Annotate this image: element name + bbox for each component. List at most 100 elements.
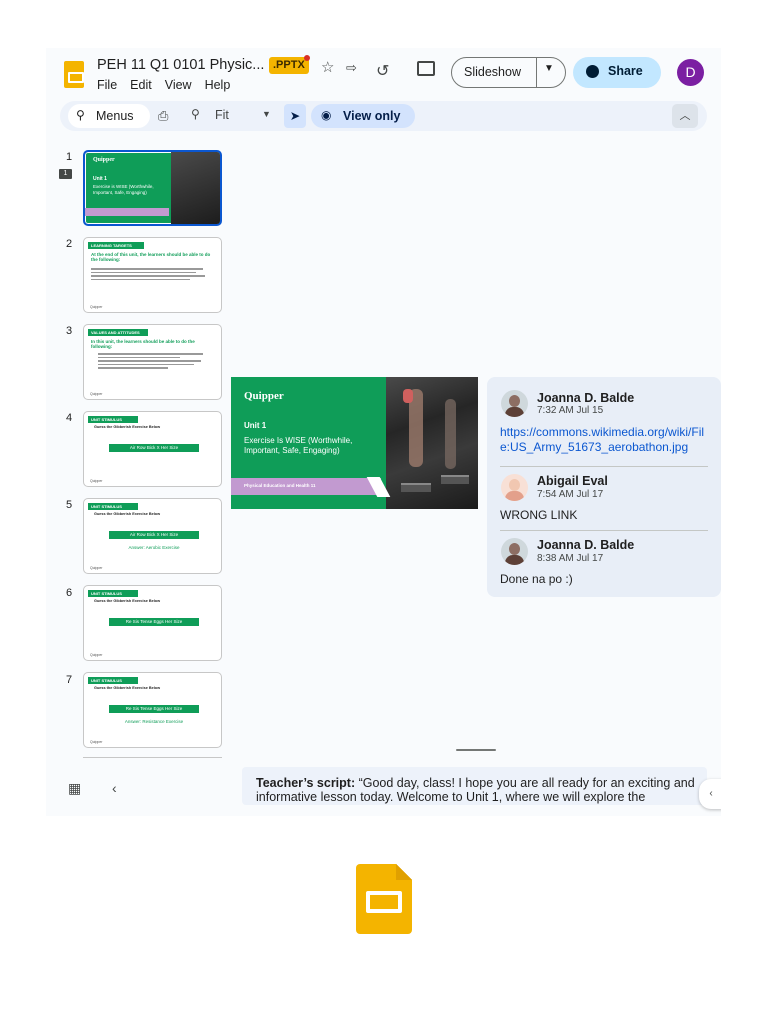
notes-resize-handle[interactable] xyxy=(456,749,496,751)
comment-divider xyxy=(500,466,708,467)
chevron-left-icon[interactable]: ‹ xyxy=(112,780,117,796)
filmstrip-next-edge xyxy=(83,757,222,758)
menu-help[interactable]: Help xyxy=(205,78,231,92)
slide-number: 1 xyxy=(65,151,73,163)
thumb-subtitle: At the end of this unit, the learners sh… xyxy=(91,252,211,262)
menu-bar: File Edit View Help xyxy=(97,78,230,92)
slide-thumbnail-5[interactable]: UNIT STIMULUS Guess the Gibberish Exerci… xyxy=(83,498,222,574)
collapse-menus-button[interactable]: ︿ xyxy=(672,104,698,128)
thumb-brand: Quipper xyxy=(93,157,115,163)
slide-thumbnail-7[interactable]: UNIT STIMULUS Guess the Gibberish Exerci… xyxy=(83,672,222,748)
slide-thumbnail-1[interactable]: Quipper Unit 1 Exercise is WISE (Worthwh… xyxy=(83,150,222,226)
slide-thumbnail-6[interactable]: UNIT STIMULUS Guess the Gibberish Exerci… xyxy=(83,585,222,661)
menus-label: Menus xyxy=(96,109,134,123)
grid-view-icon[interactable]: ▦ xyxy=(68,780,81,797)
thumb-gibberish-bar: Re Sis Tense Eggs Her Size xyxy=(109,705,199,713)
comment-text: Done na po :) xyxy=(500,572,573,586)
logo-screen xyxy=(366,891,402,913)
chevron-down-icon[interactable]: ▼ xyxy=(544,63,554,74)
thumb-footer: Quipper xyxy=(90,566,103,570)
comment-author: Joanna D. Balde xyxy=(537,538,635,552)
menu-edit[interactable]: Edit xyxy=(130,78,152,92)
speaker-notes[interactable]: Teacher’s script: “Good day, class! I ho… xyxy=(242,767,707,805)
eye-icon: ◉ xyxy=(321,108,332,122)
thumb-subtitle: Guess the Gibberish Exercise Below xyxy=(94,512,161,516)
file-type-badge[interactable]: .PPTX xyxy=(269,57,309,74)
thumb-answer: Answer: Resistance Exercise xyxy=(124,719,184,724)
thumb-gibberish-bar: Re Sis Tense Eggs Her Size xyxy=(109,618,199,626)
document-title[interactable]: PEH 11 Q1 0101 Physic... xyxy=(97,57,264,73)
share-button[interactable]: Share xyxy=(573,57,661,88)
thumb-header: UNIT STIMULUS xyxy=(88,590,138,597)
photo-figure xyxy=(445,399,456,469)
slide-unit: Unit 1 xyxy=(244,421,267,430)
toolbar: ⚲ Menus ⎙ ⚲ Fit ▼ ➤ ◉ View only ︿ xyxy=(60,101,707,131)
menus-search-button[interactable]: ⚲ Menus xyxy=(68,104,150,128)
slide-number: 5 xyxy=(65,499,73,511)
slide-thumbnail-4[interactable]: UNIT STIMULUS Guess the Gibberish Exerci… xyxy=(83,411,222,487)
view-only-label: View only xyxy=(343,109,401,123)
thumb-subtitle: Guess the Gibberish Exercise Below xyxy=(94,425,161,429)
move-icon[interactable]: ⇨ xyxy=(346,58,357,78)
thumb-bullets xyxy=(98,353,215,371)
thumb-subtitle: Guess the Gibberish Exercise Below xyxy=(94,686,161,690)
thumb-gibberish-bar: Air Row Bick X Her Size xyxy=(109,531,199,539)
star-icon[interactable]: ☆ xyxy=(321,58,334,78)
slideshow-divider xyxy=(536,58,537,87)
slide-photo xyxy=(386,377,478,509)
view-only-button[interactable]: ◉ View only xyxy=(311,104,415,128)
photo-step xyxy=(441,475,469,484)
thumb-footer: Quipper xyxy=(90,740,103,744)
menu-file[interactable]: File xyxy=(97,78,117,92)
photo-step xyxy=(401,483,431,492)
slide-thumbnail-3[interactable]: VALUES AND ATTITUDES In this unit, the l… xyxy=(83,324,222,400)
thumb-header: VALUES AND ATTITUDES xyxy=(88,329,148,336)
thumb-header: UNIT STIMULUS xyxy=(88,677,138,684)
zoom-select[interactable]: Fit xyxy=(215,108,229,122)
account-avatar[interactable]: D xyxy=(677,59,704,86)
print-icon[interactable]: ⎙ xyxy=(158,108,168,124)
thumb-subtitle: Guess the Gibberish Exercise Below xyxy=(94,599,161,603)
slide-number: 3 xyxy=(65,325,73,337)
thumb-footer: Quipper xyxy=(90,479,103,483)
side-panel-chevron-left-icon[interactable]: ‹ xyxy=(699,779,721,809)
comment-divider xyxy=(500,530,708,531)
comment-time: 7:54 AM Jul 17 xyxy=(537,489,604,500)
comment-time: 8:38 AM Jul 17 xyxy=(537,553,604,564)
globe-icon xyxy=(586,65,599,78)
thumb-gibberish-bar: Air Row Bick X Her Size xyxy=(109,444,199,452)
comment-author: Abigail Eval xyxy=(537,474,608,488)
search-icon: ⚲ xyxy=(76,108,85,122)
thumb-header: LEARNING TARGETS xyxy=(88,242,144,249)
photo-figure-top xyxy=(403,389,413,403)
thumb-footer: Quipper xyxy=(90,305,103,309)
thumb-band xyxy=(85,208,169,216)
comment-time: 7:32 AM Jul 15 xyxy=(537,405,604,416)
menu-view[interactable]: View xyxy=(165,78,192,92)
zoom-icon[interactable]: ⚲ xyxy=(191,107,200,121)
slide-canvas[interactable]: Quipper Unit 1 Exercise Is WISE (Worthwh… xyxy=(231,377,478,509)
slide-number: 4 xyxy=(65,412,73,424)
notes-label: Teacher’s script: xyxy=(256,776,356,790)
slide-number: 6 xyxy=(65,587,73,599)
slideshow-button[interactable]: Slideshow ▼ xyxy=(451,57,566,88)
pointer-icon[interactable]: ➤ xyxy=(284,104,306,128)
slide-thumbnail-2[interactable]: LEARNING TARGETS At the end of this unit… xyxy=(83,237,222,313)
zoom-chevron-down-icon[interactable]: ▼ xyxy=(262,109,271,119)
thumb-answer: Answer: Aerobic Exercise xyxy=(128,545,180,550)
badge-dot xyxy=(304,55,310,61)
comment-link[interactable]: https://commons.wikimedia.org/wiki/File:… xyxy=(500,425,712,455)
comment-icon[interactable] xyxy=(417,61,435,76)
header: PEH 11 Q1 0101 Physic... .PPTX ☆ ⇨ File … xyxy=(46,48,721,98)
slide-brand: Quipper xyxy=(244,390,284,402)
slide-band-label: Physical Education and Health 11 xyxy=(244,483,316,488)
slides-logo-icon[interactable] xyxy=(64,61,84,88)
slide-number: 2 xyxy=(65,238,73,250)
thumb-subtitle: In this unit, the learners should be abl… xyxy=(91,339,195,349)
filmstrip: 1 1 Quipper Unit 1 Exercise is WISE (Wor… xyxy=(46,143,231,763)
comment-count-badge[interactable]: 1 xyxy=(59,169,72,179)
history-icon[interactable]: ↺ xyxy=(376,62,389,82)
thumb-unit: Unit 1 xyxy=(93,176,107,182)
share-label: Share xyxy=(608,64,643,78)
comment-thread[interactable]: Joanna D. Balde 7:32 AM Jul 15 https://c… xyxy=(487,377,721,597)
